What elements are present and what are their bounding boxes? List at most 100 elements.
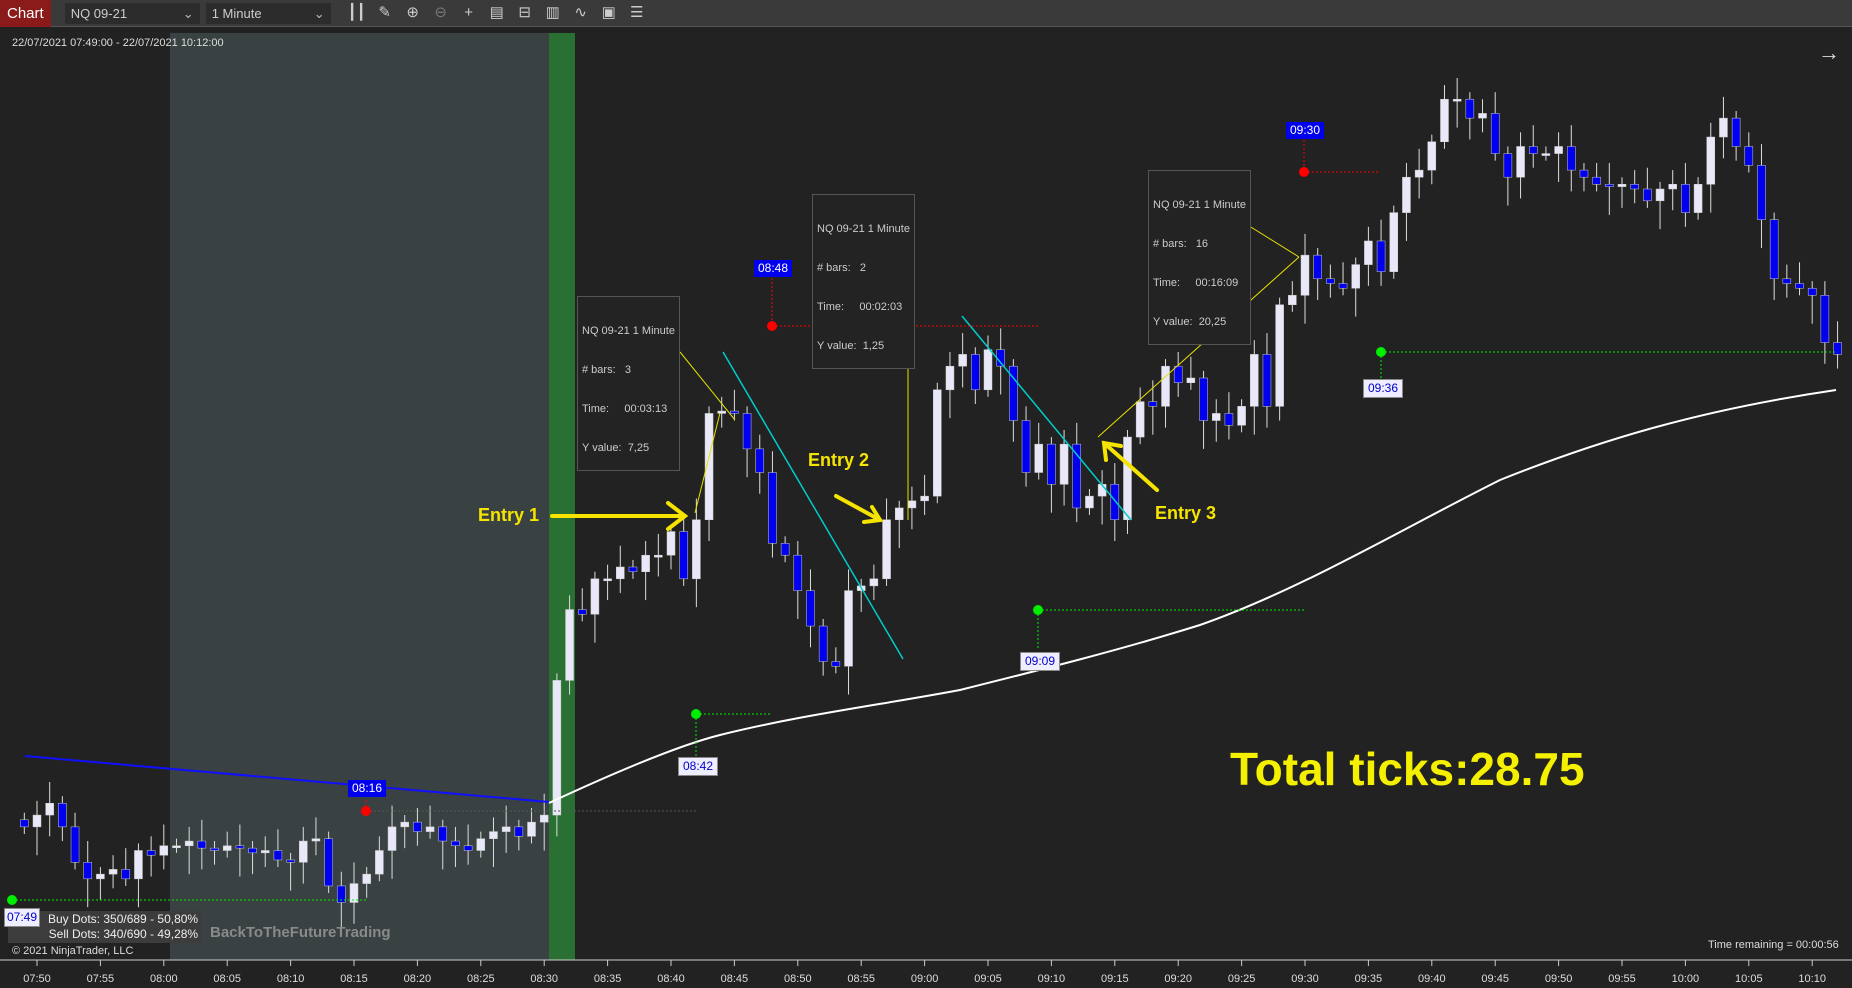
x-tick-label: 08:15 <box>340 973 368 985</box>
candle-down <box>413 821 422 832</box>
candle-down <box>1313 254 1322 280</box>
x-tick-label: 08:10 <box>276 973 305 985</box>
open-band <box>549 33 575 960</box>
candle-down <box>1731 117 1741 147</box>
candle-up <box>1706 136 1716 185</box>
candle-up <box>184 840 194 847</box>
candle-up <box>1085 495 1094 509</box>
candle-up <box>260 850 270 854</box>
candle-down <box>1592 176 1601 185</box>
candle-up <box>1402 176 1411 213</box>
candle-down <box>1490 113 1500 154</box>
candle-down <box>628 566 638 572</box>
price-chart[interactable] <box>0 0 1852 988</box>
candle-up <box>844 590 853 667</box>
candle-down <box>1338 283 1348 289</box>
x-tick-label: 09:50 <box>1544 973 1573 985</box>
entry-1-label: Entry 1 <box>478 505 540 525</box>
candle-up <box>1414 169 1424 178</box>
candle-down <box>1148 401 1158 407</box>
candle-up <box>1427 141 1437 171</box>
candle-up <box>489 831 498 839</box>
candle-down <box>83 862 92 880</box>
candle-down <box>1047 443 1056 485</box>
candle-up <box>933 389 942 497</box>
x-tick-label: 09:35 <box>1354 973 1383 985</box>
candle-up <box>1211 413 1221 421</box>
total-ticks: Total ticks:28.75 <box>1230 743 1585 795</box>
candle-up <box>552 680 562 816</box>
buy-dot <box>1033 605 1043 615</box>
candle-up <box>1389 212 1399 272</box>
candle-down <box>235 845 245 849</box>
candle-up <box>45 803 54 816</box>
tooltip-y: Y value: 20,25 <box>1153 316 1227 328</box>
candle-up <box>527 821 536 837</box>
candle-down <box>58 803 67 828</box>
buy-dots-stat: Buy Dots: 350/689 - 50,80% <box>48 912 199 926</box>
sell-dot <box>767 321 777 331</box>
x-tick-label: 10:10 <box>1798 973 1826 985</box>
x-tick-label: 08:55 <box>847 973 875 985</box>
candle-up <box>299 840 308 863</box>
x-tick-label: 08:40 <box>657 973 685 985</box>
candle-down <box>793 554 803 591</box>
candle-up <box>311 838 321 842</box>
x-tick-label: 08:30 <box>530 973 558 985</box>
candle-up <box>172 845 181 849</box>
candle-up <box>387 826 397 851</box>
candle-up <box>1300 254 1310 296</box>
candle-up <box>616 566 625 580</box>
candle-down <box>286 859 295 863</box>
premarket-shade <box>170 33 549 960</box>
candle-up <box>222 845 232 851</box>
candle-up <box>134 850 143 880</box>
candle-down <box>1681 184 1690 213</box>
sell-dot <box>1299 167 1309 177</box>
ruler-tooltip: NQ 09-21 1 Minute # bars: 2 Time: 00:02:… <box>812 194 915 369</box>
candle-up <box>400 821 409 828</box>
x-tick-label: 09:40 <box>1418 973 1446 985</box>
candle-up <box>603 578 612 582</box>
candle-down <box>70 826 80 863</box>
candle-up <box>1440 98 1449 142</box>
x-tick-label: 10:00 <box>1671 973 1700 985</box>
candle-down <box>1757 165 1766 220</box>
candle-up <box>983 349 993 391</box>
candle-down <box>1465 98 1475 119</box>
candle-down <box>1782 278 1792 284</box>
candle-up <box>1059 443 1069 485</box>
candle-up <box>1288 295 1297 306</box>
candle-down <box>1807 287 1817 296</box>
x-tick-label: 09:00 <box>910 973 939 985</box>
candle-down <box>1173 365 1183 383</box>
x-tick-label: 09:20 <box>1164 973 1192 985</box>
candle-up <box>1478 113 1487 119</box>
candle-up <box>476 838 486 851</box>
candle-up <box>108 869 118 875</box>
tooltip-title: NQ 09-21 1 Minute <box>817 223 910 235</box>
buy-marker-label: 09:36 <box>1363 379 1404 398</box>
ruler-tooltip: NQ 09-21 1 Minute # bars: 16 Time: 00:16… <box>1148 170 1251 345</box>
candle-down <box>755 448 765 473</box>
candle-up <box>1161 365 1170 407</box>
x-tick-label: 08:45 <box>720 973 749 985</box>
candle-up <box>96 873 105 880</box>
candle-down <box>1503 153 1513 178</box>
candle-down <box>1199 377 1208 421</box>
candle-down <box>1820 295 1830 343</box>
arrow-right-icon[interactable]: → <box>1818 40 1840 66</box>
candle-down <box>1021 420 1031 473</box>
candle-up <box>882 519 891 580</box>
buy-marker-label: 08:42 <box>678 757 719 776</box>
tooltip-bars: # bars: 3 <box>582 364 631 376</box>
candle-up <box>894 507 904 520</box>
buy-marker-label: 09:09 <box>1020 652 1061 671</box>
watermark: BackToTheFutureTrading <box>210 924 391 941</box>
candle-down <box>1224 413 1234 426</box>
candle-down <box>679 531 688 580</box>
tooltip-y: Y value: 1,25 <box>817 340 885 352</box>
date-range: 22/07/2021 07:49:00 - 22/07/2021 10:12:0… <box>12 37 224 49</box>
x-tick-label: 09:25 <box>1227 973 1256 985</box>
x-tick-label: 08:00 <box>150 973 178 985</box>
